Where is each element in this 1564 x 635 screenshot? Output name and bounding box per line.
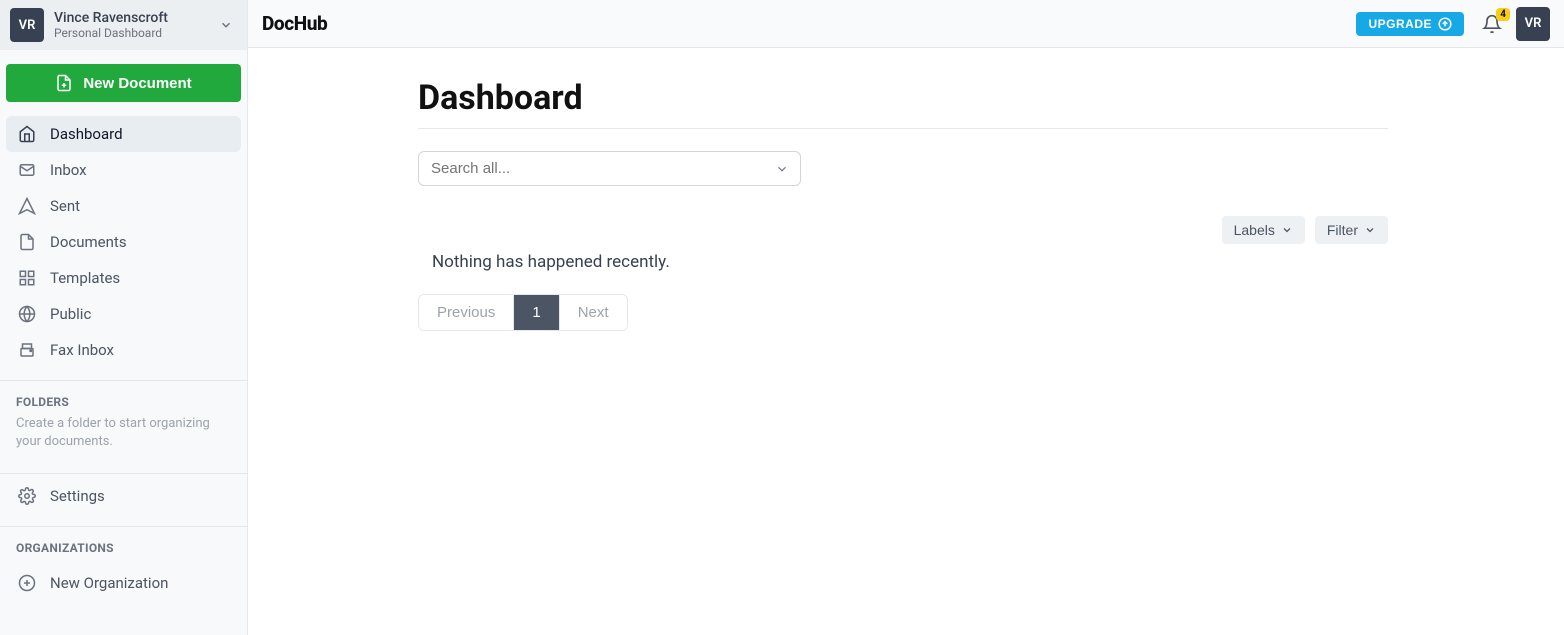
filter-label: Filter — [1327, 222, 1358, 238]
fax-icon — [18, 341, 36, 359]
user-subtitle: Personal Dashboard — [54, 26, 219, 40]
user-info: Vince Ravenscroft Personal Dashboard — [54, 10, 219, 40]
notifications-button[interactable]: 4 — [1482, 14, 1502, 34]
new-organization[interactable]: New Organization — [6, 565, 241, 601]
folders-help: Create a folder to start organizing your… — [16, 415, 231, 451]
globe-icon — [18, 305, 36, 323]
nav-inbox[interactable]: Inbox — [6, 152, 241, 188]
file-plus-icon — [55, 74, 73, 92]
nav-label: Inbox — [50, 161, 87, 179]
sent-icon — [18, 197, 36, 215]
organizations-section: ORGANIZATIONS — [0, 527, 247, 565]
nav-fax-inbox[interactable]: Fax Inbox — [6, 332, 241, 368]
chevron-down-icon — [219, 18, 233, 32]
plus-circle-icon — [18, 574, 36, 592]
main-area: DocHub UPGRADE 4 VR Dashboard — [248, 0, 1564, 635]
nav-documents[interactable]: Documents — [6, 224, 241, 260]
chevron-down-icon — [1364, 224, 1376, 236]
templates-icon — [18, 269, 36, 287]
nav-label: Public — [50, 305, 91, 323]
search-wrap — [418, 151, 801, 186]
organizations-title: ORGANIZATIONS — [16, 541, 231, 555]
search-input[interactable] — [418, 151, 801, 186]
nav-label: Templates — [50, 269, 120, 287]
new-organization-label: New Organization — [50, 574, 168, 592]
upgrade-label: UPGRADE — [1368, 17, 1432, 31]
content: Dashboard Labels — [248, 48, 1564, 635]
pagination: Previous 1 Next — [418, 294, 628, 331]
notification-badge: 4 — [1496, 8, 1510, 21]
nav-templates[interactable]: Templates — [6, 260, 241, 296]
new-document-label: New Document — [83, 75, 191, 92]
sidebar: VR Vince Ravenscroft Personal Dashboard … — [0, 0, 248, 635]
folders-section: FOLDERS Create a folder to start organiz… — [0, 381, 247, 465]
nav-public[interactable]: Public — [6, 296, 241, 332]
nav-label: Fax Inbox — [50, 341, 114, 359]
brand-logo[interactable]: DocHub — [262, 12, 327, 35]
gear-icon — [18, 487, 36, 505]
nav-sent[interactable]: Sent — [6, 188, 241, 224]
upgrade-button[interactable]: UPGRADE — [1356, 12, 1464, 36]
nav-label: Documents — [50, 233, 127, 251]
user-menu-avatar[interactable]: VR — [1516, 7, 1550, 41]
arrow-up-circle-icon — [1438, 17, 1452, 31]
user-switcher[interactable]: VR Vince Ravenscroft Personal Dashboard — [0, 0, 247, 50]
home-icon — [18, 125, 36, 143]
page-title: Dashboard — [418, 78, 1388, 118]
inbox-icon — [18, 161, 36, 179]
labels-label: Labels — [1234, 222, 1275, 238]
empty-state-message: Nothing has happened recently. — [418, 248, 1388, 294]
chevron-down-icon — [1281, 224, 1293, 236]
topbar: DocHub UPGRADE 4 VR — [248, 0, 1564, 48]
labels-button[interactable]: Labels — [1222, 216, 1305, 244]
user-name: Vince Ravenscroft — [54, 10, 219, 26]
new-document-button[interactable]: New Document — [6, 64, 241, 102]
user-avatar: VR — [10, 8, 44, 42]
nav-label: Dashboard — [50, 125, 123, 143]
folders-title: FOLDERS — [16, 395, 231, 409]
nav-label: Sent — [50, 197, 80, 215]
divider — [418, 128, 1388, 129]
document-icon — [18, 233, 36, 251]
nav-settings[interactable]: Settings — [6, 478, 241, 514]
pager-prev[interactable]: Previous — [419, 295, 514, 330]
pager-next[interactable]: Next — [560, 295, 627, 330]
nav-dashboard[interactable]: Dashboard — [6, 116, 241, 152]
filter-button[interactable]: Filter — [1315, 216, 1388, 244]
nav-list: Dashboard Inbox Sent Documents — [0, 112, 247, 372]
settings-label: Settings — [50, 487, 105, 505]
pager-page-1[interactable]: 1 — [514, 295, 559, 330]
